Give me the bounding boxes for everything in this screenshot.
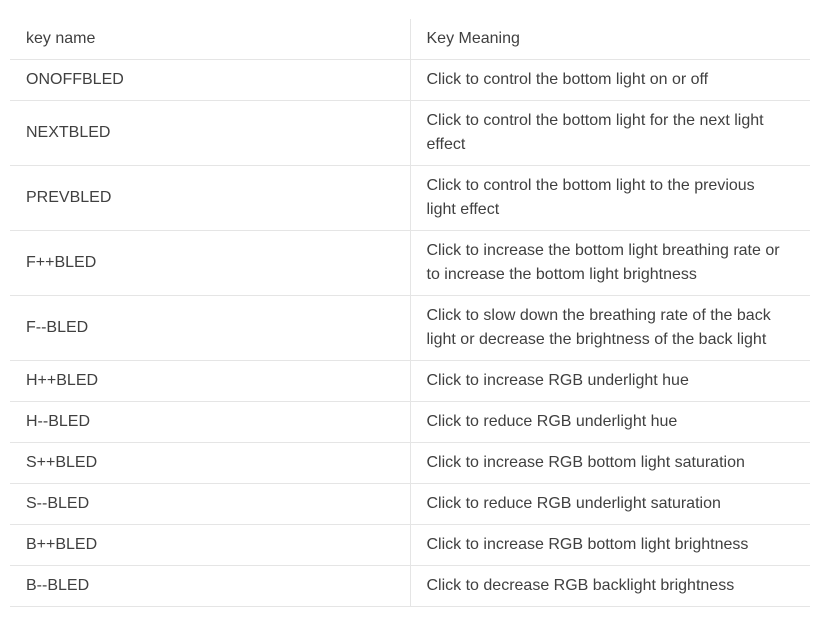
key-name-cell: NEXTBLED	[10, 100, 411, 166]
table-row: F--BLED Click to slow down the breathing…	[10, 295, 810, 361]
key-meaning-cell: Click to increase RGB underlight hue	[410, 360, 810, 402]
table-row: F++BLED Click to increase the bottom lig…	[10, 230, 810, 296]
key-name-cell: S++BLED	[10, 442, 411, 484]
key-name-cell: F++BLED	[10, 230, 411, 296]
key-meaning-cell: Click to control the bottom light on or …	[410, 59, 810, 101]
key-meaning-cell: Click to decrease RGB backlight brightne…	[410, 565, 810, 607]
key-name-cell: B--BLED	[10, 565, 411, 607]
table-row: B++BLED Click to increase RGB bottom lig…	[10, 524, 810, 566]
table-row: PREVBLED Click to control the bottom lig…	[10, 165, 810, 231]
key-name-cell: S--BLED	[10, 483, 411, 525]
table-row: H--BLED Click to reduce RGB underlight h…	[10, 401, 810, 443]
key-name-cell: H++BLED	[10, 360, 411, 402]
key-meaning-cell: Click to increase the bottom light breat…	[410, 230, 810, 296]
key-meaning-cell: Click to control the bottom light for th…	[410, 100, 810, 166]
table-row: ONOFFBLED Click to control the bottom li…	[10, 59, 810, 101]
header-key-meaning: Key Meaning	[410, 19, 810, 60]
key-meaning-cell: Click to reduce RGB underlight saturatio…	[410, 483, 810, 525]
key-table-container: key name Key Meaning ONOFFBLED Click to …	[10, 19, 810, 607]
table-header-row: key name Key Meaning	[10, 19, 810, 60]
key-name-cell: H--BLED	[10, 401, 411, 443]
key-table: key name Key Meaning ONOFFBLED Click to …	[10, 19, 810, 607]
key-name-cell: F--BLED	[10, 295, 411, 361]
key-name-cell: B++BLED	[10, 524, 411, 566]
key-meaning-cell: Click to slow down the breathing rate of…	[410, 295, 810, 361]
table-row: H++BLED Click to increase RGB underlight…	[10, 360, 810, 402]
table-row: S--BLED Click to reduce RGB underlight s…	[10, 483, 810, 525]
key-meaning-cell: Click to increase RGB bottom light satur…	[410, 442, 810, 484]
key-name-cell: PREVBLED	[10, 165, 411, 231]
key-meaning-cell: Click to control the bottom light to the…	[410, 165, 810, 231]
key-meaning-cell: Click to increase RGB bottom light brigh…	[410, 524, 810, 566]
table-row: B--BLED Click to decrease RGB backlight …	[10, 565, 810, 607]
key-meaning-cell: Click to reduce RGB underlight hue	[410, 401, 810, 443]
key-name-cell: ONOFFBLED	[10, 59, 411, 101]
table-row: S++BLED Click to increase RGB bottom lig…	[10, 442, 810, 484]
header-key-name: key name	[10, 19, 411, 60]
table-row: NEXTBLED Click to control the bottom lig…	[10, 100, 810, 166]
